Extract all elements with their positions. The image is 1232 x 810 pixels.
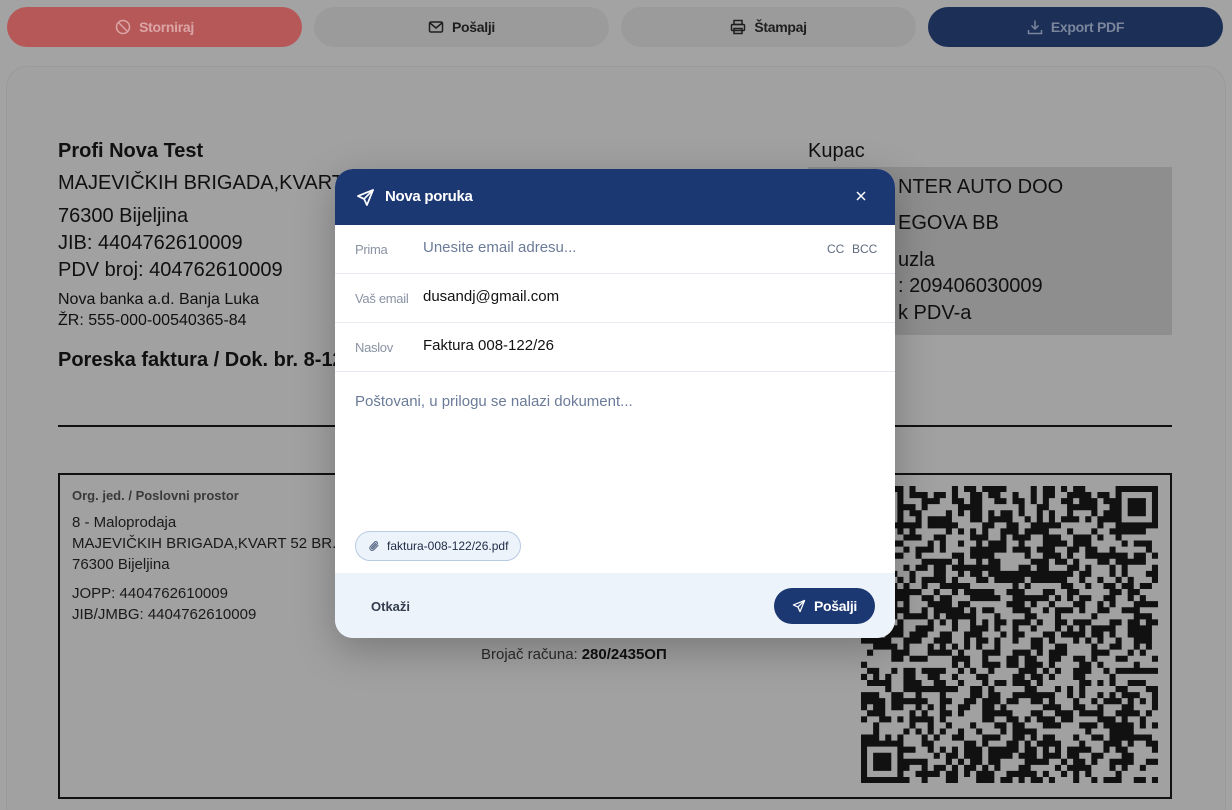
from-value: dusandj@gmail.com: [423, 288, 560, 305]
export-pdf-label: Export PDF: [1050, 19, 1125, 35]
export-pdf-button[interactable]: Export PDF: [928, 7, 1223, 47]
cancel-button[interactable]: Otkaži: [371, 599, 410, 614]
seller-jib: JIB: 4404762610009: [58, 232, 243, 254]
seller-address: MAJEVIČKIH BRIGADA,KVART: [58, 172, 344, 194]
printer-icon: [731, 19, 746, 35]
seller-name: Profi Nova Test: [58, 140, 204, 162]
buyer-pdv: k PDV-a: [898, 302, 972, 324]
attachment-chip[interactable]: faktura-008-122/26.pdf: [355, 531, 522, 561]
mail-icon: [428, 21, 444, 33]
stampaj-button[interactable]: Štampaj: [621, 7, 916, 47]
org-unit: 8 - Maloprodaja: [72, 514, 177, 531]
close-icon[interactable]: [854, 189, 868, 203]
buyer-street: EGOVA BB: [898, 212, 999, 234]
compose-modal: Nova poruka Prima CC BCC Vaš email dusan…: [335, 169, 895, 638]
org-title: Org. jed. / Poslovni prostor: [72, 488, 239, 503]
seller-pdv: PDV broj: 404762610009: [58, 259, 283, 281]
counter-value: 280/2435ОП: [581, 646, 667, 663]
counter-label: Brojač računa:: [481, 646, 578, 663]
seller-account: ŽR: 555-000-00540365-84: [58, 312, 247, 329]
seller-block: Profi Nova Test MAJEVIČKIH BRIGADA,KVART…: [58, 140, 344, 331]
paperclip-icon: [369, 541, 379, 551]
buyer-jib: : 209406030009: [898, 275, 1043, 297]
paper-plane-icon: [792, 599, 806, 613]
counter: Brojač računa: 280/2435ОП: [481, 646, 667, 663]
from-label: Vaš email: [355, 291, 409, 306]
subject-input[interactable]: [423, 337, 803, 354]
modal-footer: Otkaži Pošalji: [335, 573, 895, 638]
posalji-button[interactable]: Pošalji: [314, 7, 609, 47]
bcc-toggle[interactable]: BCC: [852, 242, 877, 256]
to-label: Prima: [355, 242, 388, 257]
attachment-name: faktura-008-122/26.pdf: [387, 539, 509, 553]
buyer-city: uzla: [898, 249, 935, 271]
seller-bank: Nova banka a.d. Banja Luka: [58, 291, 260, 308]
org-jib: JIB/JMBG: 4404762610009: [72, 606, 257, 623]
subject-row: Naslov: [335, 323, 895, 372]
paper-plane-icon: [357, 189, 374, 206]
qr-modules: [861, 486, 1158, 783]
buyer-name: NTER AUTO DOO: [898, 176, 1064, 198]
send-button[interactable]: Pošalji: [774, 588, 875, 624]
org-city: 76300 Bijeljina: [72, 556, 170, 573]
message-body[interactable]: [355, 393, 875, 513]
to-row: Prima CC BCC: [335, 225, 895, 274]
subject-label: Naslov: [355, 340, 393, 355]
org-jopp: JOPP: 4404762610009: [72, 585, 228, 602]
stampaj-label: Štampaj: [754, 19, 807, 35]
org-address: MAJEVIČKIH BRIGADA,KVART 52 BR.8: [72, 535, 345, 552]
message-area: faktura-008-122/26.pdf: [335, 373, 895, 573]
posalji-label: Pošalji: [451, 19, 496, 35]
seller-city: 76300 Bijeljina: [58, 205, 189, 227]
modal-title: Nova poruka: [385, 188, 473, 205]
qr-code: [861, 486, 1158, 783]
from-row: Vaš email dusandj@gmail.com: [335, 274, 895, 323]
to-input[interactable]: [423, 239, 803, 256]
document-title: Poreska faktura / Dok. br. 8-12: [58, 349, 344, 371]
cc-toggle[interactable]: CC: [827, 242, 844, 256]
org-block: 8 - Maloprodaja MAJEVIČKIH BRIGADA,KVART…: [72, 512, 345, 625]
storniraj-button[interactable]: Storniraj: [7, 7, 302, 47]
send-label: Pošalji: [813, 598, 858, 614]
download-icon: [1027, 20, 1043, 35]
modal-header: Nova poruka: [335, 169, 895, 225]
storniraj-label: Storniraj: [139, 19, 194, 35]
ban-icon: [115, 19, 131, 35]
buyer-label: Kupac: [808, 140, 865, 162]
